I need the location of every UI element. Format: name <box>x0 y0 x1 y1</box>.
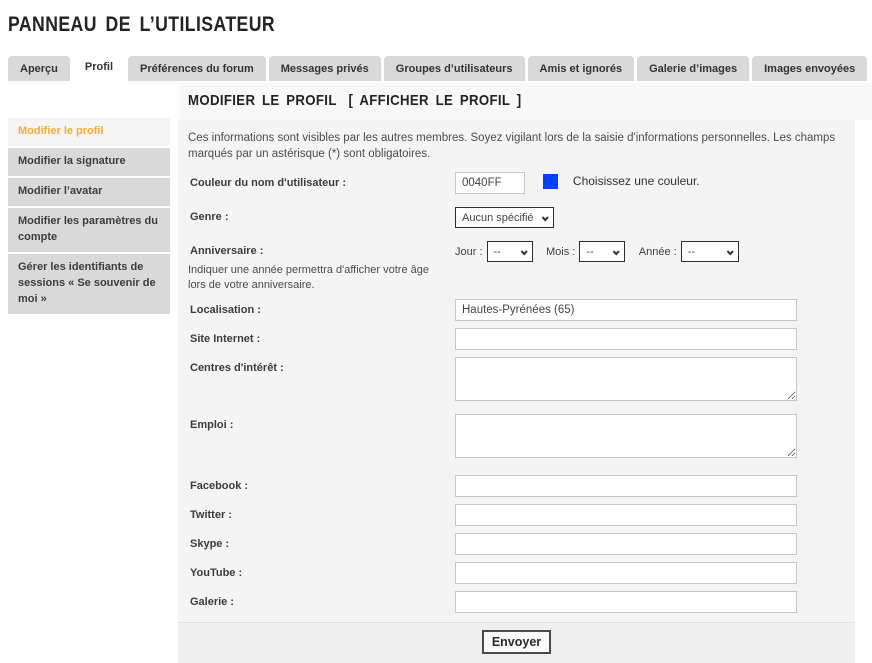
occupation-label: Emploi : <box>188 414 455 432</box>
field-row-skype: Skype : <box>188 533 845 555</box>
birthday-hint: Indiquer une année permettra d'afficher … <box>188 263 445 292</box>
sidebar-item-modifier-profil[interactable]: Modifier le profil <box>8 118 170 146</box>
interests-label: Centres d'intérêt : <box>188 357 455 375</box>
gallery-input[interactable] <box>455 591 797 613</box>
field-row-website: Site Internet : <box>188 328 845 350</box>
tab-groupes-utilisateurs[interactable]: Groupes d’utilisateurs <box>384 56 525 81</box>
tab-preferences-forum[interactable]: Préférences du forum <box>128 56 266 81</box>
ucp-sidebar: Modifier le profil Modifier la signature… <box>8 118 170 316</box>
occupation-textarea[interactable] <box>455 414 797 458</box>
field-row-occupation: Emploi : <box>188 414 845 463</box>
field-row-gender: Genre : Aucun spécifié <box>188 206 845 228</box>
tab-messages-prives[interactable]: Messages privés <box>269 56 381 81</box>
year-label: Année : <box>639 246 677 258</box>
panel-heading-title: MODIFIER LE PROFIL <box>188 92 337 109</box>
facebook-input[interactable] <box>455 475 797 497</box>
youtube-label: YouTube : <box>188 562 455 580</box>
interests-textarea[interactable] <box>455 357 797 401</box>
chevron-down-icon <box>727 246 732 258</box>
sidebar-item-parametres-compte[interactable]: Modifier les paramètres du compte <box>8 208 170 252</box>
sidebar-item-modifier-avatar[interactable]: Modifier l’avatar <box>8 178 170 206</box>
day-label: Jour : <box>455 246 483 258</box>
birthday-label: Anniversaire : <box>190 245 263 257</box>
tab-galerie-images[interactable]: Galerie d’images <box>637 56 749 81</box>
field-row-facebook: Facebook : <box>188 475 845 497</box>
chevron-down-icon <box>613 246 618 258</box>
skype-input[interactable] <box>455 533 797 555</box>
month-label: Mois : <box>546 246 575 258</box>
field-row-interests: Centres d'intérêt : <box>188 357 845 406</box>
field-row-username-color: Couleur du nom d'utilisateur : Choisisse… <box>188 172 845 194</box>
gender-selected-value: Aucun spécifié <box>462 212 534 224</box>
pick-color-text: Choisissez une couleur. <box>573 174 700 188</box>
field-row-location: Localisation : <box>188 299 845 321</box>
twitter-input[interactable] <box>455 504 797 526</box>
month-selected-value: -- <box>586 246 593 258</box>
field-row-twitter: Twitter : <box>188 504 845 526</box>
intro-text: Ces informations sont visibles par les a… <box>188 130 843 162</box>
skype-label: Skype : <box>188 533 455 551</box>
panel-heading: MODIFIER LE PROFIL [ AFFICHER LE PROFIL … <box>178 83 872 120</box>
location-label: Localisation : <box>188 299 455 317</box>
tab-amis-ignores[interactable]: Amis et ignorés <box>528 56 635 81</box>
field-row-birthday: Anniversaire : Indiquer une année permet… <box>188 240 845 292</box>
username-color-input[interactable] <box>455 172 525 194</box>
year-selected-value: -- <box>688 246 695 258</box>
page-title: PANNEAU DE L’UTILISATEUR <box>8 13 734 37</box>
sidebar-item-identifiants-sessions[interactable]: Gérer les identifiants de sessions « Se … <box>8 254 170 314</box>
year-select[interactable]: -- <box>681 241 739 262</box>
gender-select[interactable]: Aucun spécifié <box>455 207 554 228</box>
chevron-down-icon <box>521 246 526 258</box>
twitter-label: Twitter : <box>188 504 455 522</box>
tab-bar: Aperçu Profil Préférences du forum Messa… <box>8 54 872 81</box>
content-area: Modifier le profil Modifier la signature… <box>0 83 872 663</box>
form-footer: Envoyer <box>178 622 855 663</box>
tab-images-envoyees[interactable]: Images envoyées <box>752 56 867 81</box>
tab-profil[interactable]: Profil <box>73 54 125 81</box>
youtube-input[interactable] <box>455 562 797 584</box>
website-label: Site Internet : <box>188 328 455 346</box>
gender-label: Genre : <box>188 206 455 224</box>
field-row-gallery: Galerie : <box>188 591 845 613</box>
username-color-label: Couleur du nom d'utilisateur : <box>188 172 455 190</box>
view-profile-link[interactable]: [ AFFICHER LE PROFIL ] <box>348 92 521 109</box>
chevron-down-icon <box>542 212 547 224</box>
color-swatch-icon[interactable] <box>543 174 558 189</box>
sidebar-item-modifier-signature[interactable]: Modifier la signature <box>8 148 170 176</box>
field-row-youtube: YouTube : <box>188 562 845 584</box>
user-control-panel-page: PANNEAU DE L’UTILISATEUR Aperçu Profil P… <box>0 13 872 613</box>
main-panel: MODIFIER LE PROFIL [ AFFICHER LE PROFIL … <box>178 83 872 663</box>
facebook-label: Facebook : <box>188 475 455 493</box>
day-selected-value: -- <box>494 246 501 258</box>
tab-apercu[interactable]: Aperçu <box>8 56 70 81</box>
month-select[interactable]: -- <box>579 241 625 262</box>
profile-form: Ces informations sont visibles par les a… <box>178 120 855 622</box>
website-input[interactable] <box>455 328 797 350</box>
location-input[interactable] <box>455 299 797 321</box>
gallery-label: Galerie : <box>188 591 455 609</box>
submit-button[interactable]: Envoyer <box>482 630 551 654</box>
day-select[interactable]: -- <box>487 241 533 262</box>
